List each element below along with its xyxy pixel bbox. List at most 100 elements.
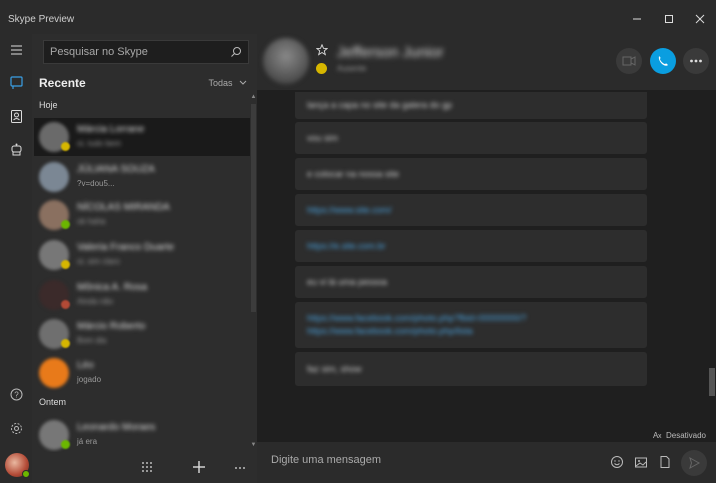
maximize-icon: [665, 15, 673, 23]
conversation-name: Márcia Lorrane: [77, 124, 145, 135]
favorite-button[interactable]: [315, 43, 329, 59]
my-avatar[interactable]: [5, 453, 30, 478]
maximize-button[interactable]: [662, 12, 676, 26]
emoji-button[interactable]: [610, 455, 624, 469]
search-button[interactable]: [230, 46, 242, 61]
audio-call-button[interactable]: [650, 48, 676, 74]
status-badge: [61, 220, 70, 229]
conversation-preview: já era: [77, 437, 98, 446]
message-bubble[interactable]: lança a capa no site da galera do gp: [295, 92, 647, 119]
status-badge: [61, 260, 70, 269]
conversation-preview: oi, sim claro: [77, 257, 120, 266]
conversation-item[interactable]: NÍCOLAS MIRANDA ok haha: [34, 196, 250, 234]
message-bubble[interactable]: https://e.site.com.br: [295, 230, 647, 262]
scroll-down-icon[interactable]: ▼: [250, 442, 257, 448]
conversation-item[interactable]: Leonardo Moraes já era: [34, 416, 250, 454]
message-bubble[interactable]: vou sim: [295, 122, 647, 154]
settings-button[interactable]: [9, 421, 24, 436]
message-link[interactable]: https://e.site.com.br: [307, 241, 386, 251]
conversation-name: JÚLIANA SOUZA: [77, 164, 155, 175]
message-input[interactable]: [271, 454, 591, 466]
more-options-button[interactable]: [683, 48, 709, 74]
message-text: lança a capa no site da galera do gp: [307, 100, 453, 110]
message-bubble[interactable]: faz sim, show: [295, 352, 647, 386]
image-icon: [635, 457, 647, 468]
contact-status: Ausente: [337, 64, 367, 73]
sidebar-more-button[interactable]: [233, 460, 247, 474]
filter-dropdown[interactable]: Todas: [208, 78, 247, 88]
more-icon: [690, 59, 702, 63]
translator-status: Desativado: [665, 431, 706, 440]
search-icon: [231, 47, 241, 57]
minimize-button[interactable]: [630, 12, 644, 26]
nav-contacts[interactable]: [9, 109, 24, 124]
conversation-name: Valeria Franco Duarte: [77, 242, 175, 253]
conversation-item[interactable]: Valeria Franco Duarte oi, sim claro: [34, 236, 250, 274]
more-icon: [235, 467, 245, 469]
phone-icon: [658, 56, 668, 66]
status-badge: [61, 142, 70, 151]
message-composer: [257, 442, 716, 483]
file-button[interactable]: [658, 455, 672, 469]
close-button[interactable]: [693, 12, 707, 26]
message-link[interactable]: https://www.site.com/: [307, 205, 392, 215]
group-label-yesterday: Ontem: [39, 397, 67, 407]
contacts-icon: [11, 110, 22, 123]
conversation-preview: jogado: [77, 375, 102, 384]
status-badge: [61, 339, 70, 348]
translator-toggle[interactable]: Ax Desativado: [653, 430, 706, 440]
message-bubble[interactable]: e colocar na nossa site: [295, 158, 647, 190]
scroll-up-icon[interactable]: ▲: [250, 94, 257, 100]
conversation-item[interactable]: Léo jogado: [34, 354, 250, 392]
scrollbar-thumb[interactable]: [709, 368, 715, 396]
conversation-preview: Bom dia: [77, 336, 107, 345]
message-bubble[interactable]: eu vi lá uma pessoa: [295, 266, 647, 298]
search-input[interactable]: [44, 41, 224, 63]
chat-icon: [10, 76, 23, 89]
group-label-today: Hoje: [39, 100, 58, 110]
contact-avatar[interactable]: [263, 38, 309, 84]
avatar: [39, 162, 69, 192]
svg-text:?: ?: [14, 391, 19, 400]
video-call-button[interactable]: [616, 48, 642, 74]
help-button[interactable]: ?: [9, 387, 24, 402]
new-chat-button[interactable]: [192, 460, 206, 474]
avatar: [39, 358, 69, 388]
dialpad-icon: [142, 462, 152, 472]
message-bubble[interactable]: https://www.site.com/: [295, 194, 647, 226]
app-title: Skype Preview: [8, 14, 75, 25]
menu-button[interactable]: [9, 42, 24, 57]
message-bubble[interactable]: https://www.facebook.com/photo.php?fbid=…: [295, 302, 647, 348]
conversation-name: Leonardo Moraes: [77, 422, 156, 433]
filter-label: Todas: [208, 78, 233, 88]
scrollbar-thumb[interactable]: [251, 104, 256, 312]
close-icon: [695, 14, 705, 24]
messages-scrollbar[interactable]: [708, 90, 716, 430]
dialpad-button[interactable]: [140, 460, 154, 474]
conversation-preview: ok haha: [77, 217, 106, 226]
conversation-item[interactable]: JÚLIANA SOUZA ?v=dou5...: [34, 158, 250, 196]
conversation-item[interactable]: Mônica A. Rosa Ainda não: [34, 276, 250, 314]
conversation-name: Márcio Roberto: [77, 321, 146, 332]
nav-chats[interactable]: [9, 75, 24, 90]
nav-bots[interactable]: [9, 142, 24, 157]
send-icon: [689, 456, 701, 470]
contact-name[interactable]: Jefferson Junior: [337, 44, 443, 61]
star-icon: [315, 43, 329, 56]
message-text: vou sim: [307, 133, 339, 143]
conversation-name: Mônica A. Rosa: [77, 282, 148, 293]
plus-icon: [193, 461, 205, 473]
title-bar: Skype Preview: [0, 0, 716, 34]
image-button[interactable]: [634, 455, 648, 469]
message-link[interactable]: https://www.facebook.com/photo.php?fbid=…: [307, 312, 635, 325]
sidebar-scrollbar[interactable]: ▲ ▼: [250, 94, 257, 448]
conversation-item[interactable]: Márcia Lorrane oi, tudo bem: [34, 118, 250, 156]
message-text: e colocar na nossa site: [307, 169, 400, 179]
chat-header: Jefferson Junior Ausente: [257, 34, 716, 90]
conversation-preview: ?v=dou5...: [77, 179, 115, 188]
conversation-item[interactable]: Márcio Roberto Bom dia: [34, 315, 250, 353]
send-button[interactable]: [681, 450, 707, 476]
message-link[interactable]: https://www.facebook.com/photo.php/lista: [307, 325, 635, 338]
help-icon: ?: [10, 388, 23, 401]
conversation-name: NÍCOLAS MIRANDA: [77, 202, 170, 213]
